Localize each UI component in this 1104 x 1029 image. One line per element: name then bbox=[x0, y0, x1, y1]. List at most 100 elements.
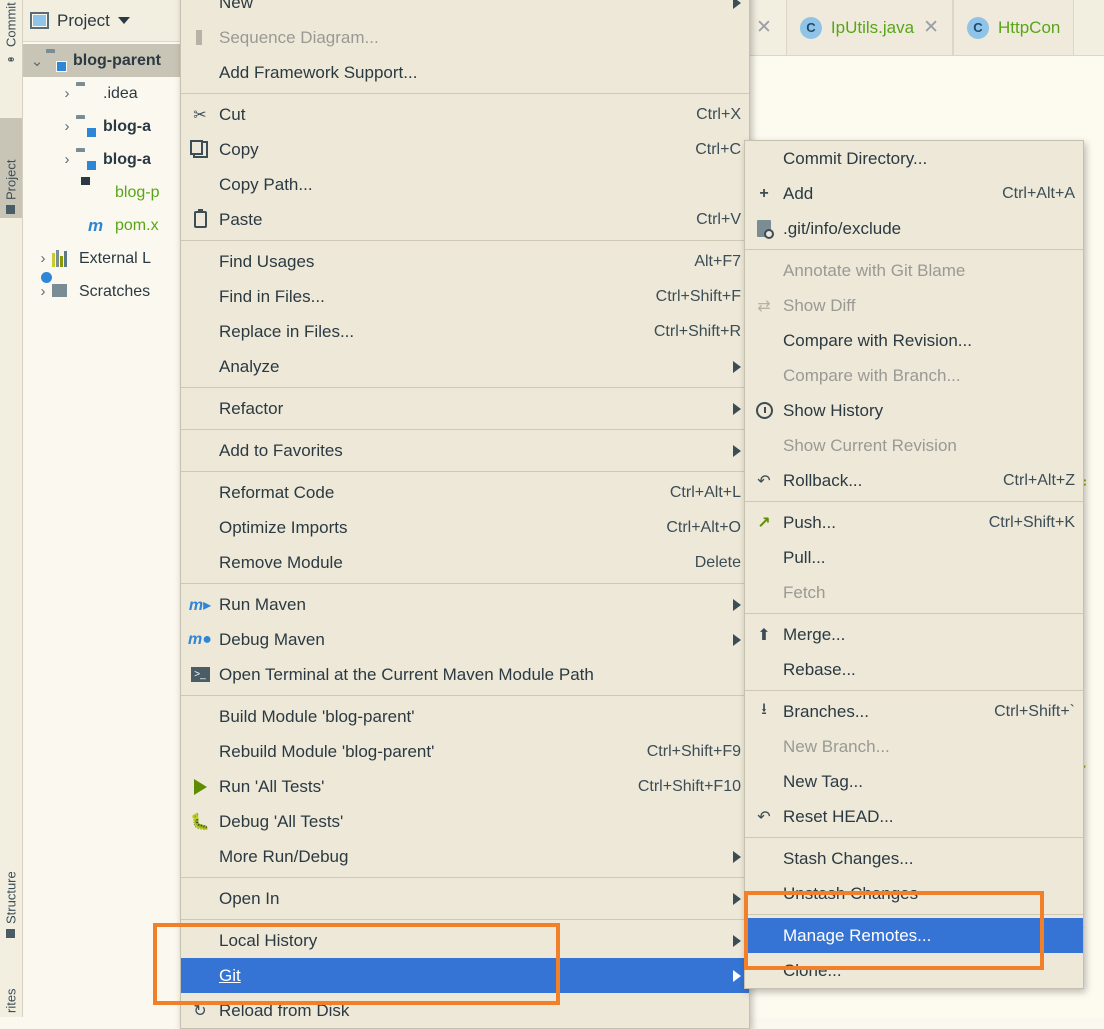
terminal-maven-icon: >_ bbox=[181, 667, 219, 682]
menu-item-paste[interactable]: Paste Ctrl+V bbox=[181, 202, 749, 237]
menu-item-find-usages[interactable]: Find Usages Alt+F7 bbox=[181, 244, 749, 279]
git-menu-item-new-tag[interactable]: New Tag... bbox=[745, 764, 1083, 799]
project-tree[interactable]: ⌄ blog-parent › .idea › blog-a › blog-a … bbox=[22, 42, 182, 308]
git-menu-item-show-history[interactable]: Show History bbox=[745, 393, 1083, 428]
menu-item-label: Rebase... bbox=[783, 659, 856, 679]
git-menu-item-clone[interactable]: Clone... bbox=[745, 953, 1083, 988]
sidebar-item-project[interactable]: Project bbox=[0, 118, 22, 218]
editor-tab-iputils[interactable]: C IpUtils.java ✕ bbox=[785, 0, 953, 55]
menu-item-find-in-files[interactable]: Find in Files... Ctrl+Shift+F bbox=[181, 279, 749, 314]
tree-item-blog-p[interactable]: blog-p bbox=[22, 176, 182, 209]
git-submenu[interactable]: Commit Directory... + Add Ctrl+Alt+A .gi… bbox=[744, 140, 1084, 989]
menu-item-add-framework-support[interactable]: Add Framework Support... bbox=[181, 55, 749, 90]
menu-item-reformat-code[interactable]: Reformat Code Ctrl+Alt+L bbox=[181, 475, 749, 510]
menu-item-label: .git/info/exclude bbox=[783, 218, 902, 238]
menu-separator bbox=[181, 877, 749, 878]
editor-tab-httpcon[interactable]: C HttpCon bbox=[952, 0, 1075, 55]
maven-debug-icon: m● bbox=[188, 630, 212, 648]
menu-item-remove-module[interactable]: Remove Module Delete bbox=[181, 545, 749, 580]
chevron-right-icon[interactable]: › bbox=[34, 250, 52, 267]
menu-item-git[interactable]: Git bbox=[181, 958, 749, 993]
git-menu-item-pull[interactable]: Pull... bbox=[745, 540, 1083, 575]
sidebar-item-commit[interactable]: ⚭ Commit bbox=[0, 0, 22, 70]
menu-item-refactor[interactable]: Refactor bbox=[181, 391, 749, 426]
menu-item-open-in[interactable]: Open In bbox=[181, 881, 749, 916]
git-menu-item-add[interactable]: + Add Ctrl+Alt+A bbox=[745, 176, 1083, 211]
merge-icon: ⬆ bbox=[757, 626, 771, 644]
menu-item-replace-in-files[interactable]: Replace in Files... Ctrl+Shift+R bbox=[181, 314, 749, 349]
menu-item-shortcut: Ctrl+X bbox=[696, 105, 741, 123]
maven-m-icon: m bbox=[88, 215, 104, 235]
git-menu-item-unstash-changes[interactable]: Unstash Changes bbox=[745, 876, 1083, 911]
chevron-down-icon[interactable]: ⌄ bbox=[28, 52, 46, 70]
menu-item-label: Rebuild Module 'blog-parent' bbox=[219, 741, 435, 761]
menu-item-cut[interactable]: ✂ Cut Ctrl+X bbox=[181, 97, 749, 132]
git-menu-item-rebase[interactable]: Rebase... bbox=[745, 652, 1083, 687]
menu-item-add-to-favorites[interactable]: Add to Favorites bbox=[181, 433, 749, 468]
git-menu-item-stash-changes[interactable]: Stash Changes... bbox=[745, 841, 1083, 876]
scissors-icon: ✂ bbox=[193, 106, 207, 124]
git-menu-item-git-info-exclude[interactable]: .git/info/exclude bbox=[745, 211, 1083, 246]
chevron-right-icon[interactable]: › bbox=[58, 118, 76, 135]
git-menu-item-push[interactable]: ↗ Push... Ctrl+Shift+K bbox=[745, 505, 1083, 540]
menu-item-label: Debug Maven bbox=[219, 629, 325, 649]
menu-item-rebuild-module[interactable]: Rebuild Module 'blog-parent' Ctrl+Shift+… bbox=[181, 734, 749, 769]
menu-item-optimize-imports[interactable]: Optimize Imports Ctrl+Alt+O bbox=[181, 510, 749, 545]
tree-item-scratches[interactable]: › Scratches bbox=[22, 270, 182, 308]
menu-item-label: Find in Files... bbox=[219, 286, 325, 306]
tree-item-blog-a-2[interactable]: › blog-a bbox=[22, 143, 182, 176]
menu-item-open-terminal-maven[interactable]: >_ Open Terminal at the Current Maven Mo… bbox=[181, 657, 749, 692]
chevron-right-icon[interactable]: › bbox=[58, 85, 76, 102]
project-panel-header[interactable]: Project bbox=[22, 0, 182, 42]
git-menu-item-branches[interactable]: ⭳ Branches... Ctrl+Shift+` bbox=[745, 694, 1083, 729]
menu-item-reload-from-disk[interactable]: ↻ Reload from Disk bbox=[181, 993, 749, 1028]
tree-item-label: pom.x bbox=[115, 216, 159, 234]
sidebar-item-structure[interactable]: Structure bbox=[0, 832, 22, 942]
menu-item-run-maven[interactable]: m▸ Run Maven bbox=[181, 587, 749, 622]
tree-item-blog-parent[interactable]: ⌄ blog-parent bbox=[22, 44, 182, 77]
git-menu-item-rollback[interactable]: ↶ Rollback... Ctrl+Alt+Z bbox=[745, 463, 1083, 498]
submenu-arrow-icon bbox=[733, 892, 741, 905]
menu-item-copy[interactable]: Copy Ctrl+C bbox=[181, 132, 749, 167]
tree-item-idea[interactable]: › .idea bbox=[22, 77, 182, 110]
sidebar-item-favorites[interactable]: rites bbox=[0, 965, 22, 1017]
git-menu-item-reset-head[interactable]: ↶ Reset HEAD... bbox=[745, 799, 1083, 834]
tree-item-blog-a-1[interactable]: › blog-a bbox=[22, 110, 182, 143]
sequence-diagram-icon bbox=[181, 30, 219, 45]
menu-item-analyze[interactable]: Analyze bbox=[181, 349, 749, 384]
menu-item-label: New bbox=[219, 0, 254, 12]
tree-item-pom-xml[interactable]: m pom.x bbox=[22, 209, 182, 242]
git-menu-item-manage-remotes[interactable]: Manage Remotes... bbox=[745, 918, 1083, 953]
menu-item-build-module[interactable]: Build Module 'blog-parent' bbox=[181, 699, 749, 734]
git-menu-item-commit-directory[interactable]: Commit Directory... bbox=[745, 141, 1083, 176]
menu-item-label: More Run/Debug bbox=[219, 846, 349, 866]
menu-separator bbox=[181, 471, 749, 472]
editor-tab-label: IpUtils.java bbox=[830, 17, 915, 37]
menu-item-new[interactable]: New bbox=[181, 0, 749, 20]
project-context-menu[interactable]: New Sequence Diagram... Add Framework Su… bbox=[180, 0, 750, 1029]
git-menu-item-merge[interactable]: ⬆ Merge... bbox=[745, 617, 1083, 652]
git-menu-item-compare-with-revision[interactable]: Compare with Revision... bbox=[745, 323, 1083, 358]
menu-item-debug-all-tests[interactable]: 🐛 Debug 'All Tests' bbox=[181, 804, 749, 839]
menu-item-more-run-debug[interactable]: More Run/Debug bbox=[181, 839, 749, 874]
project-panel-title: Project bbox=[57, 10, 110, 30]
tree-item-label: External L bbox=[79, 249, 152, 267]
menu-item-label: Git bbox=[219, 965, 241, 985]
submenu-arrow-icon bbox=[733, 850, 741, 863]
menu-item-label: New Branch... bbox=[783, 736, 890, 756]
close-icon[interactable]: ✕ bbox=[923, 16, 939, 39]
menu-item-label: Reload from Disk bbox=[219, 1000, 350, 1020]
menu-item-copy-path[interactable]: Copy Path... bbox=[181, 167, 749, 202]
menu-item-run-all-tests[interactable]: Run 'All Tests' Ctrl+Shift+F10 bbox=[181, 769, 749, 804]
menu-separator bbox=[181, 429, 749, 430]
menu-item-shortcut: Ctrl+Shift+R bbox=[653, 322, 741, 340]
chevron-right-icon[interactable]: › bbox=[34, 283, 52, 300]
menu-separator bbox=[745, 249, 1083, 250]
menu-separator bbox=[181, 695, 749, 696]
menu-separator bbox=[181, 583, 749, 584]
chevron-right-icon[interactable]: › bbox=[58, 151, 76, 168]
menu-item-label: Remove Module bbox=[219, 552, 343, 572]
chevron-down-icon[interactable] bbox=[117, 17, 130, 24]
menu-item-local-history[interactable]: Local History bbox=[181, 923, 749, 958]
menu-item-debug-maven[interactable]: m● Debug Maven bbox=[181, 622, 749, 657]
